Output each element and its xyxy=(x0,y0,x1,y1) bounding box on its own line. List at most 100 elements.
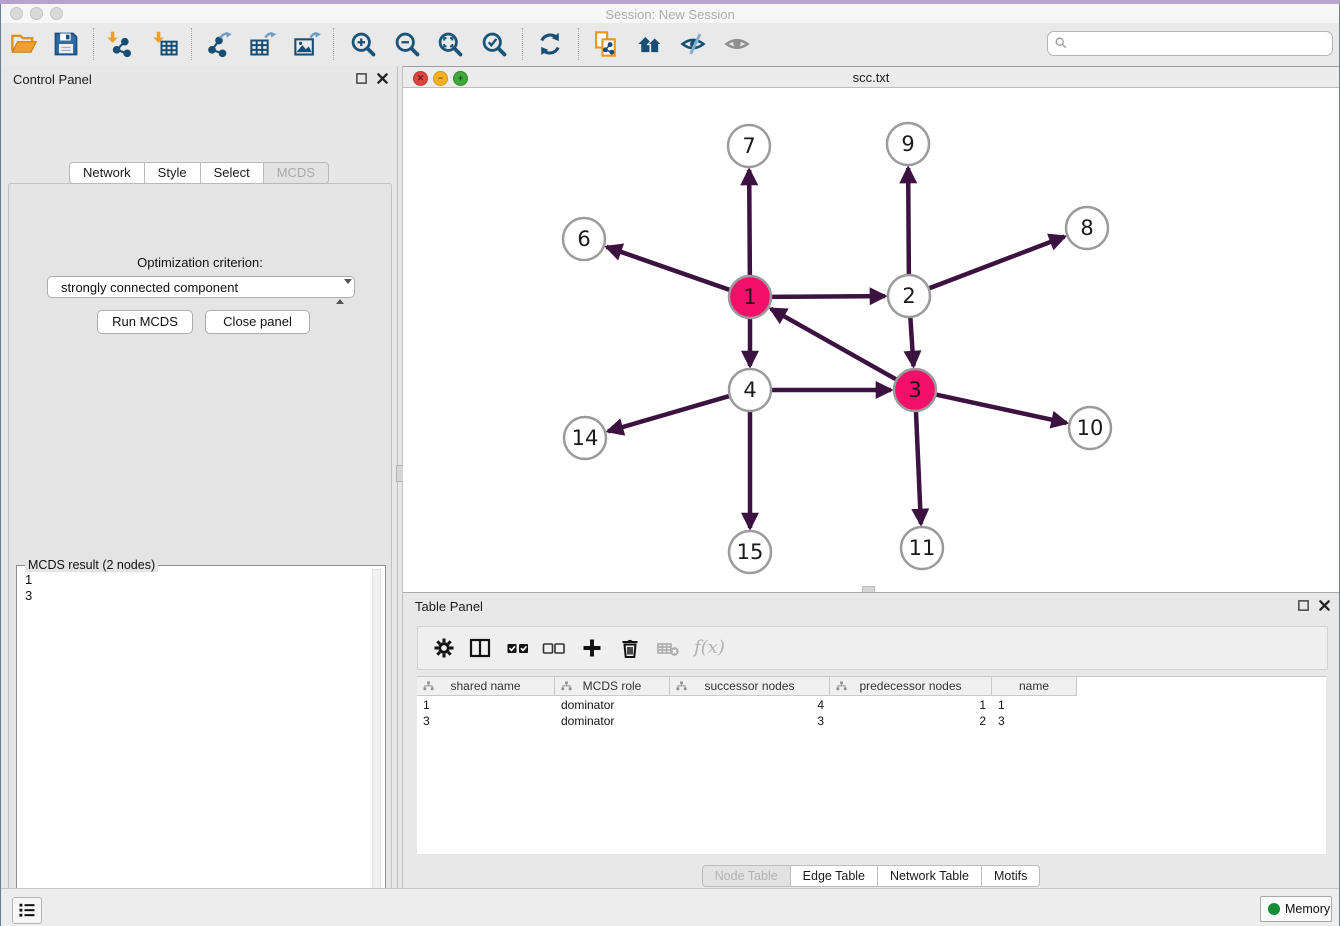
toolbar-separator xyxy=(191,28,192,60)
edge-3-10[interactable] xyxy=(934,394,1067,423)
zoom-fit-icon[interactable] xyxy=(436,30,464,58)
node-table: shared nameMCDS rolesuccessor nodesprede… xyxy=(417,676,1326,854)
function-builder-icon[interactable]: f(x) xyxy=(694,636,718,660)
delete-row-trash-icon[interactable] xyxy=(618,636,642,660)
export-network-icon[interactable] xyxy=(205,30,233,58)
refresh-layout-icon[interactable] xyxy=(536,30,564,58)
node-table-header: shared nameMCDS rolesuccessor nodesprede… xyxy=(417,677,1077,696)
control-panel-tabs: NetworkStyleSelectMCDS xyxy=(1,162,397,184)
import-network-icon[interactable] xyxy=(105,30,133,58)
close-table-panel-icon[interactable] xyxy=(1318,599,1331,612)
open-session-icon[interactable] xyxy=(10,30,38,58)
float-table-panel-icon[interactable] xyxy=(1297,599,1310,612)
column-selector-icon[interactable] xyxy=(468,636,492,660)
select-all-checkboxes-icon[interactable] xyxy=(506,636,530,660)
node-label-7: 7 xyxy=(742,134,755,158)
settings-gear-icon[interactable] xyxy=(432,636,456,660)
task-history-button[interactable] xyxy=(12,897,42,924)
result-scrollbar[interactable] xyxy=(372,569,381,926)
hide-selected-eye-icon[interactable] xyxy=(679,30,707,58)
toolbar-separator xyxy=(578,28,579,60)
column-header-successor-nodes[interactable]: successor nodes xyxy=(670,677,830,696)
network-graph: 7968124314101511 xyxy=(403,88,1339,592)
close-panel-icon[interactable] xyxy=(376,72,389,85)
table-cell[interactable]: 1 xyxy=(992,697,1077,713)
table-row[interactable]: 3dominator323 xyxy=(417,713,1326,729)
node-label-8: 8 xyxy=(1080,216,1093,240)
deselect-all-checkboxes-icon[interactable] xyxy=(542,636,566,660)
control-tab-network[interactable]: Network xyxy=(69,162,145,184)
edge-3-1[interactable] xyxy=(771,309,899,381)
mcds-panel-body: Optimization criterion: strongly connect… xyxy=(8,183,392,926)
table-cell[interactable]: 1 xyxy=(830,697,992,713)
table-panel-tabs: Node TableEdge TableNetwork TableMotifs xyxy=(403,865,1339,887)
float-panel-icon[interactable] xyxy=(355,72,368,85)
table-cell[interactable]: 3 xyxy=(670,713,830,729)
edge-2-8[interactable] xyxy=(927,237,1065,290)
control-tab-select[interactable]: Select xyxy=(201,162,264,184)
table-cell[interactable]: dominator xyxy=(555,713,670,729)
add-row-icon[interactable] xyxy=(580,636,604,660)
node-label-2: 2 xyxy=(902,284,915,308)
table-row[interactable]: 1dominator411 xyxy=(417,697,1326,713)
edge-2-9[interactable] xyxy=(908,168,909,277)
column-header-shared-name[interactable]: shared name xyxy=(417,677,555,696)
node-label-9: 9 xyxy=(901,132,914,156)
edge-1-7[interactable] xyxy=(749,170,750,278)
export-image-icon[interactable] xyxy=(293,30,321,58)
new-network-from-selection-icon[interactable] xyxy=(592,30,620,58)
table-toolbar: f(x) xyxy=(417,626,1328,670)
criterion-dropdown-value: strongly connected component xyxy=(61,280,238,295)
table-cell[interactable]: 2 xyxy=(830,713,992,729)
memory-label: Memory xyxy=(1285,902,1330,916)
zoom-selected-icon[interactable] xyxy=(480,30,508,58)
table-tab-motifs[interactable]: Motifs xyxy=(982,865,1040,887)
node-label-4: 4 xyxy=(743,378,756,402)
import-table-icon[interactable] xyxy=(151,30,179,58)
criterion-dropdown[interactable]: strongly connected component xyxy=(47,276,355,298)
network-canvas[interactable]: 7968124314101511 xyxy=(403,88,1339,592)
zoom-out-icon[interactable] xyxy=(393,30,421,58)
node-label-1: 1 xyxy=(743,285,756,309)
table-tab-network-table[interactable]: Network Table xyxy=(878,865,982,887)
edge-3-11[interactable] xyxy=(916,409,921,524)
control-tab-mcds[interactable]: MCDS xyxy=(264,162,329,184)
column-header-MCDS-role[interactable]: MCDS role xyxy=(555,677,670,696)
delete-table-icon[interactable] xyxy=(656,636,680,660)
edge-4-14[interactable] xyxy=(608,395,732,431)
table-cell[interactable]: 3 xyxy=(992,713,1077,729)
table-tab-node-table[interactable]: Node Table xyxy=(702,865,791,887)
node-label-11: 11 xyxy=(909,536,936,560)
memory-status-icon xyxy=(1268,903,1280,915)
close-panel-button[interactable]: Close panel xyxy=(205,310,310,334)
table-panel-title: Table Panel xyxy=(415,599,483,614)
edge-1-2[interactable] xyxy=(769,296,885,297)
table-cell[interactable]: 4 xyxy=(670,697,830,713)
toolbar-separator xyxy=(93,28,94,60)
control-tab-style[interactable]: Style xyxy=(145,162,201,184)
table-cell[interactable]: 3 xyxy=(417,713,555,729)
status-bar: Memory xyxy=(1,888,1339,926)
edge-1-6[interactable] xyxy=(607,247,732,291)
table-cell[interactable]: dominator xyxy=(555,697,670,713)
titlebar: Session: New Session xyxy=(1,4,1339,24)
zoom-in-icon[interactable] xyxy=(349,30,377,58)
memory-button[interactable]: Memory xyxy=(1260,896,1332,922)
main-toolbar xyxy=(1,23,1339,67)
edge-2-3[interactable] xyxy=(910,315,913,366)
run-mcds-button[interactable]: Run MCDS xyxy=(97,310,193,334)
list-icon xyxy=(17,900,37,920)
toolbar-separator xyxy=(522,28,523,60)
mcds-result-values: 1 3 xyxy=(25,572,32,604)
table-cell[interactable]: 1 xyxy=(417,697,555,713)
column-header-predecessor-nodes[interactable]: predecessor nodes xyxy=(830,677,992,696)
save-session-icon[interactable] xyxy=(52,30,80,58)
neighborhood-houses-icon[interactable] xyxy=(636,30,664,58)
search-input[interactable] xyxy=(1047,31,1333,56)
show-all-eye-icon[interactable] xyxy=(723,30,751,58)
column-header-name[interactable]: name xyxy=(992,677,1077,696)
export-table-icon[interactable] xyxy=(249,30,277,58)
control-panel-title: Control Panel xyxy=(13,72,92,87)
table-tab-edge-table[interactable]: Edge Table xyxy=(791,865,878,887)
network-window-title: scc.txt xyxy=(403,70,1339,85)
